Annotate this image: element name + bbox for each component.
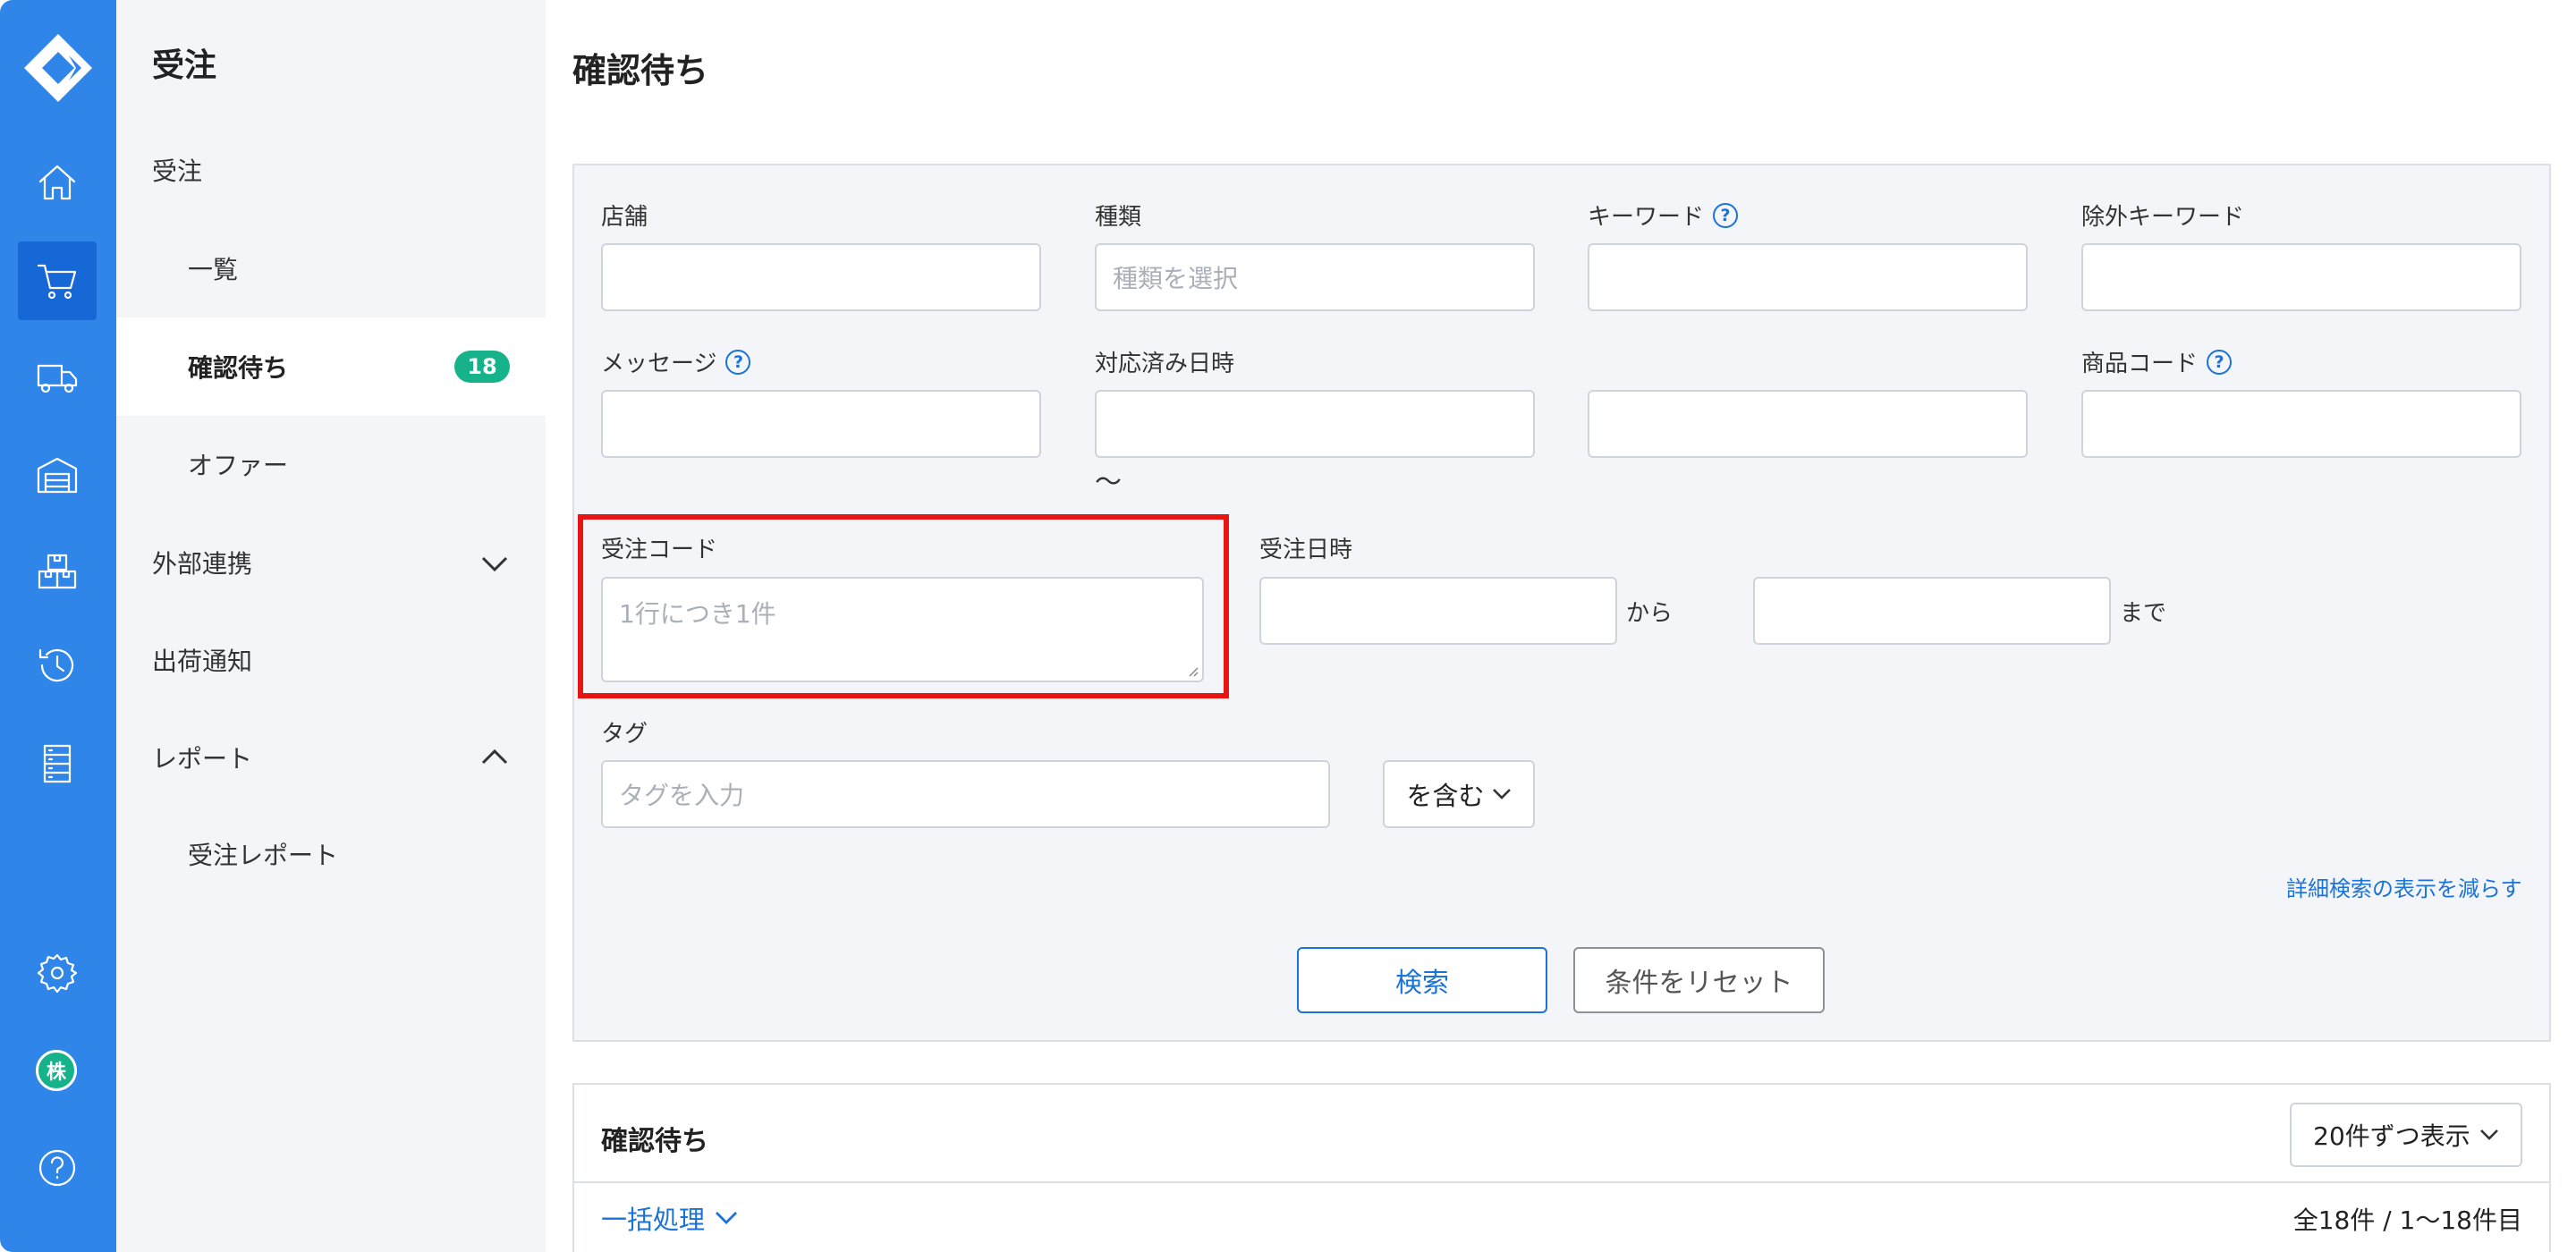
handled-date-to[interactable] [1588, 390, 2028, 458]
tag-match-select[interactable]: を含む [1383, 760, 1535, 828]
result-count: 全18件 / 1〜18件目 [2292, 1205, 2522, 1235]
help-icon [38, 1149, 76, 1187]
nav-label: 出荷通知 [152, 647, 253, 676]
gear-icon [37, 953, 78, 994]
tag-input[interactable]: タグを入力 [601, 760, 1330, 828]
order-code-label: 受注コード [601, 537, 718, 563]
help-circle-icon[interactable]: ? [1713, 202, 1739, 228]
bulk-action-dropdown[interactable]: 一括処理 [601, 1199, 739, 1237]
from-text: から [1626, 600, 1674, 627]
reset-button[interactable]: 条件をリセット [1573, 947, 1825, 1013]
nav-pending-confirmation[interactable]: 確認待ち 18 [116, 317, 546, 416]
order-date-from[interactable] [1259, 577, 1617, 645]
chevron-down-icon [1492, 789, 1511, 799]
chevron-down-icon [716, 1212, 738, 1224]
home-icon [38, 165, 76, 200]
divider [574, 1181, 2549, 1183]
chevron-up-icon [479, 744, 510, 771]
resize-handle-icon[interactable] [1186, 664, 1199, 677]
exclude-keyword-input[interactable] [2081, 243, 2521, 311]
help-circle-icon[interactable]: ? [725, 349, 751, 375]
order-date-to[interactable] [1753, 577, 2111, 645]
keyword-input[interactable] [1588, 243, 2028, 311]
nav-label: 確認待ち [188, 353, 289, 383]
help-circle-icon[interactable]: ? [2207, 349, 2233, 375]
nav-label: 外部連携 [152, 549, 253, 579]
order-date-label: 受注日時 [1259, 537, 1353, 563]
rail-data[interactable] [18, 724, 97, 803]
company-icon[interactable]: 株 [36, 1050, 77, 1091]
search-button[interactable]: 検索 [1297, 947, 1547, 1013]
icon-rail: 株 [0, 0, 116, 1252]
logo-icon[interactable] [22, 32, 94, 104]
per-page-select[interactable]: 20件ずつ表示 [2290, 1103, 2522, 1167]
product-code-label: 商品コード? [2081, 345, 2233, 378]
nav-orders[interactable]: 受注 [116, 121, 546, 219]
to-text: まで [2120, 600, 2167, 627]
exclude-keyword-label: 除外キーワード [2081, 204, 2245, 231]
reduce-filters-link[interactable]: 詳細検索の表示を減らす [2286, 871, 2522, 902]
rail-settings[interactable] [18, 934, 97, 1012]
tag-label: タグ [601, 721, 648, 748]
nav-shipping-notice[interactable]: 出荷通知 [116, 611, 546, 709]
truck-icon [37, 364, 78, 393]
nav-offers[interactable]: オファー [116, 415, 546, 513]
handled-date-label: 対応済み日時 [1095, 351, 1235, 377]
message-input[interactable] [601, 390, 1041, 458]
results-panel: 確認待ち 20件ずつ表示 一括処理 全18件 / 1〜18件目 [572, 1083, 2551, 1252]
order-code-textarea[interactable]: 1行につき1件 [601, 577, 1204, 682]
section-nav: 受注 受注 一覧 確認待ち 18 オファー 外部連携 出荷通知 レポート 受注レ… [116, 0, 546, 1252]
nav-label: 一覧 [188, 255, 239, 284]
store-select[interactable] [601, 243, 1041, 311]
history-icon [38, 648, 74, 682]
nav-label: レポート [152, 744, 253, 774]
type-select[interactable]: 種類を選択 [1095, 243, 1535, 311]
pending-count-badge: 18 [454, 351, 510, 383]
rail-history[interactable] [18, 626, 97, 705]
nav-label: 受注レポート [188, 841, 339, 870]
warehouse-icon [37, 457, 78, 494]
boxes-icon [38, 554, 77, 589]
rail-inventory[interactable] [18, 533, 97, 612]
message-label: メッセージ? [601, 345, 751, 378]
nav-order-list[interactable]: 一覧 [116, 219, 546, 317]
chevron-down-icon [479, 549, 510, 576]
nav-label: 受注 [152, 156, 203, 186]
date-range-tilde: 〜 [1095, 467, 1122, 498]
chevron-down-icon [2479, 1129, 2498, 1140]
section-title: 受注 [152, 47, 217, 84]
page-title: 確認待ち [572, 51, 709, 90]
store-label: 店舗 [601, 204, 648, 231]
keyword-label: キーワード? [1588, 199, 1739, 232]
handled-date-from[interactable] [1095, 390, 1535, 458]
results-title: 確認待ち [601, 1126, 708, 1157]
rail-shipping[interactable] [18, 337, 97, 416]
nav-integrations[interactable]: 外部連携 [116, 513, 546, 612]
type-label: 種類 [1095, 204, 1142, 231]
nav-label: オファー [188, 451, 289, 480]
rail-help[interactable] [18, 1129, 97, 1207]
rail-warehouse[interactable] [18, 436, 97, 514]
nav-order-report[interactable]: 受注レポート [116, 805, 546, 903]
nav-reports[interactable]: レポート [116, 708, 546, 807]
cart-icon [37, 264, 77, 300]
rail-home[interactable] [18, 143, 97, 222]
product-code-input[interactable] [2081, 390, 2521, 458]
rail-orders[interactable] [18, 241, 97, 320]
database-icon [43, 744, 72, 783]
